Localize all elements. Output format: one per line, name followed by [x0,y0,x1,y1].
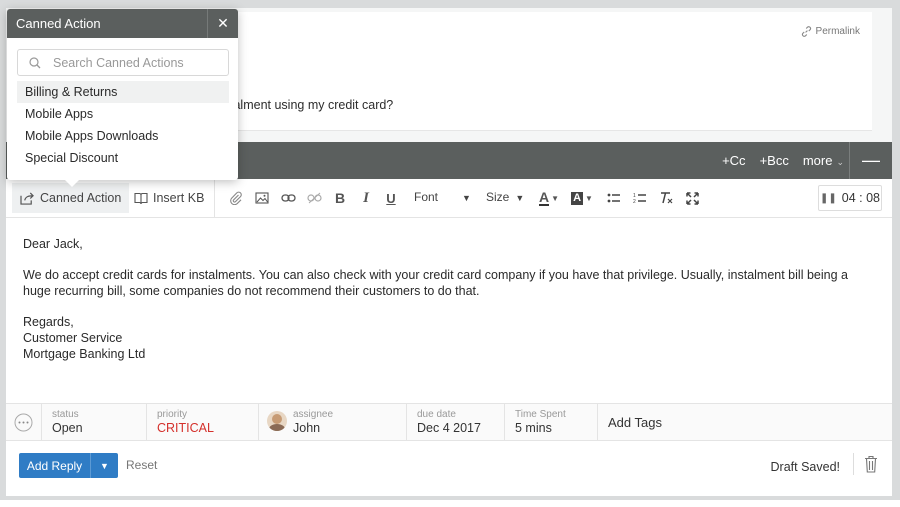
clear-format-icon[interactable] [656,188,676,208]
permalink-label: Permalink [815,26,860,37]
link-icon[interactable] [278,188,298,208]
trash-icon[interactable] [864,455,878,473]
canned-search-field [17,49,229,76]
attachment-icon[interactable] [226,188,246,208]
canned-item-billing-returns[interactable]: Billing & Returns [17,81,229,103]
status-field[interactable]: status Open [42,404,147,440]
pause-icon: ❚❚ [820,192,837,204]
reply-editor[interactable]: Dear Jack, We do accept credit cards for… [23,236,873,362]
add-bcc-link[interactable]: +Bcc [760,153,789,168]
reply-timer[interactable]: ❚❚ 04 : 08 [818,185,882,211]
assignee-field[interactable]: assignee John [259,404,407,440]
link-icon [801,26,811,37]
avatar [267,411,287,431]
insert-kb-button[interactable]: Insert KB [134,183,204,213]
collapse-button[interactable]: — [850,142,892,179]
editor-toolbar: Canned Action Insert KB B I U Font ▼ Size… [6,179,892,218]
ellipsis-icon [14,413,33,432]
due-date-label: due date [417,409,456,420]
search-icon [29,56,41,68]
close-icon[interactable]: ✕ [207,9,238,38]
assignee-value: John [293,421,321,435]
canned-action-label: Canned Action [40,191,122,205]
font-label: Font [414,190,439,204]
time-spent-field[interactable]: Time Spent 5 mins [505,404,598,440]
greeting-line: Dear Jack, [23,237,83,251]
text-color-icon[interactable]: A ▼ [535,188,563,208]
caret-down-icon: ▼ [515,193,525,203]
signature-company: Mortgage Banking Ltd [23,347,146,361]
font-select[interactable]: Font ▼ [414,190,471,204]
more-menu[interactable]: more ⌄ [803,153,844,168]
canned-item-special-discount[interactable]: Special Discount [17,147,229,169]
signature-regards: Regards, [23,315,74,329]
italic-icon[interactable]: I [356,188,376,208]
add-tags-label: Add Tags [608,415,662,430]
footer-divider [853,453,854,475]
bold-icon[interactable]: B [330,188,350,208]
properties-menu[interactable] [6,404,42,440]
customer-question: talment using my credit card? [230,98,394,112]
underline-icon[interactable]: U [381,188,401,208]
reply-panel: +Cc +Bcc more ⌄ — Canned Action Insert KB… [6,142,892,496]
draft-status: Draft Saved! [770,460,840,474]
highlight-color-icon[interactable]: A ▼ [568,188,596,208]
image-icon[interactable] [252,188,272,208]
caret-down-icon: ▼ [462,193,471,203]
time-spent-value: 5 mins [515,421,552,435]
size-select[interactable]: Size ▼ [486,190,524,204]
status-value: Open [52,421,83,435]
timer-value: 04 : 08 [841,191,880,205]
ticket-properties-bar: status Open priority CRITICAL assignee J… [6,403,892,441]
share-icon [20,192,34,205]
fullscreen-icon[interactable] [682,188,702,208]
chevron-down-icon: ⌄ [836,157,844,167]
add-reply-button[interactable]: Add Reply ▼ [19,453,118,478]
bulleted-list-icon[interactable] [604,188,624,208]
canned-item-mobile-apps[interactable]: Mobile Apps [17,103,229,125]
popup-pointer [65,180,79,187]
time-spent-label: Time Spent [515,409,566,420]
canned-action-button[interactable]: Canned Action [12,183,130,213]
body-paragraph: We do accept credit cards for instalment… [23,268,848,298]
due-date-value: Dec 4 2017 [417,421,481,435]
numbered-list-icon[interactable]: 12 [630,188,650,208]
popup-header: Canned Action ✕ [7,9,238,38]
signature-department: Customer Service [23,331,123,345]
add-cc-link[interactable]: +Cc [722,153,745,168]
size-label: Size [486,190,510,204]
priority-label: priority [157,409,188,420]
tags-field[interactable]: Add Tags [598,404,892,440]
canned-action-list: Billing & Returns Mobile Apps Mobile App… [17,81,229,169]
canned-item-mobile-apps-downloads[interactable]: Mobile Apps Downloads [17,125,229,147]
popup-title: Canned Action [16,16,101,31]
status-label: status [52,409,79,420]
add-reply-label: Add Reply [19,453,91,478]
due-date-field[interactable]: due date Dec 4 2017 [407,404,505,440]
canned-search-input[interactable] [51,54,225,71]
reply-footer: Add Reply ▼ Reset Draft Saved! [6,440,892,496]
toolbar-divider [214,179,215,217]
unlink-icon[interactable] [304,188,324,208]
reset-button[interactable]: Reset [126,458,157,472]
permalink-link[interactable]: Permalink [801,26,860,37]
canned-action-popup: Canned Action ✕ Billing & Returns Mobile… [7,9,238,187]
insert-kb-label: Insert KB [153,191,205,205]
more-label: more [802,153,833,168]
caret-down-icon[interactable]: ▼ [91,453,118,478]
priority-field[interactable]: priority CRITICAL [147,404,259,440]
priority-value: CRITICAL [157,421,214,435]
assignee-label: assignee [293,409,334,420]
svg-text:2: 2 [633,199,636,204]
book-icon [134,192,148,204]
